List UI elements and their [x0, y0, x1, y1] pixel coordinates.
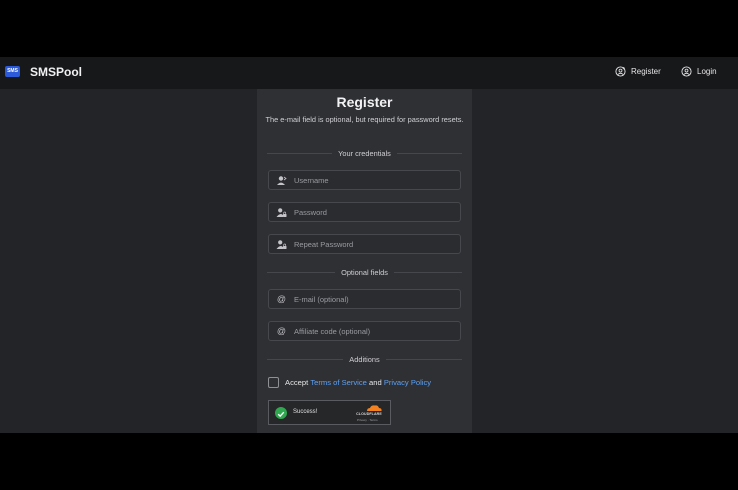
user-lock-icon [276, 239, 287, 250]
cloudflare-cloud-icon [367, 405, 382, 411]
page-title: Register [336, 94, 393, 110]
section-label-optional: Optional fields [341, 267, 388, 277]
user-icon [276, 175, 287, 186]
section-label-credentials: Your credentials [338, 148, 391, 158]
username-input[interactable] [294, 171, 454, 189]
nav-login-link[interactable]: Login [681, 66, 717, 77]
password-field[interactable] [268, 202, 461, 222]
section-divider-additions: Additions [267, 354, 462, 364]
at-icon: @ [276, 294, 287, 304]
section-divider-credentials: Your credentials [267, 148, 463, 158]
captcha-privacy-link[interactable]: Privacy [357, 418, 367, 422]
app-viewport: SMS SMSPool Register Login Register The … [0, 57, 738, 433]
accept-and-text: and [369, 378, 382, 387]
cloudflare-branding: CLOUDFLARE Privacy · Terms [351, 404, 387, 422]
captcha-terms-link[interactable]: Terms [369, 418, 377, 422]
cloudflare-captcha-widget[interactable]: Success! CLOUDFLARE Privacy · Terms [268, 400, 391, 425]
user-lock-icon [276, 207, 287, 218]
nav-register-label: Register [631, 67, 661, 76]
user-circle-icon [681, 66, 692, 77]
repeat-password-input[interactable] [294, 235, 454, 253]
check-circle-icon [275, 407, 287, 419]
affiliate-code-input[interactable] [294, 322, 454, 340]
nav-login-label: Login [697, 67, 717, 76]
register-panel: Register The e-mail field is optional, b… [257, 89, 472, 433]
captcha-status: Success! [293, 409, 318, 415]
section-label-additions: Additions [349, 354, 380, 364]
email-field[interactable]: @ [268, 289, 461, 309]
accept-prefix: Accept [285, 378, 309, 387]
captcha-footer-links: Privacy · Terms [357, 418, 378, 422]
brand-name[interactable]: SMSPool [30, 65, 82, 79]
affiliate-code-field[interactable]: @ [268, 321, 461, 341]
accept-terms-row: Accept Terms of Service and Privacy Poli… [268, 377, 431, 388]
repeat-password-field[interactable] [268, 234, 461, 254]
cloudflare-wordmark: CLOUDFLARE [356, 412, 382, 416]
top-navbar: SMS SMSPool Register Login [0, 57, 738, 89]
accept-terms-checkbox[interactable] [268, 377, 279, 388]
terms-of-service-link[interactable]: Terms of Service [310, 378, 367, 387]
smspool-logo[interactable]: SMS [5, 66, 20, 77]
username-field[interactable] [268, 170, 461, 190]
privacy-policy-link[interactable]: Privacy Policy [384, 378, 431, 387]
password-input[interactable] [294, 203, 454, 221]
page-subtitle: The e-mail field is optional, but requir… [265, 115, 464, 124]
nav-register-link[interactable]: Register [615, 66, 661, 77]
user-plus-icon [615, 66, 626, 77]
email-input[interactable] [294, 290, 454, 308]
section-divider-optional: Optional fields [267, 267, 462, 277]
at-icon: @ [276, 326, 287, 336]
